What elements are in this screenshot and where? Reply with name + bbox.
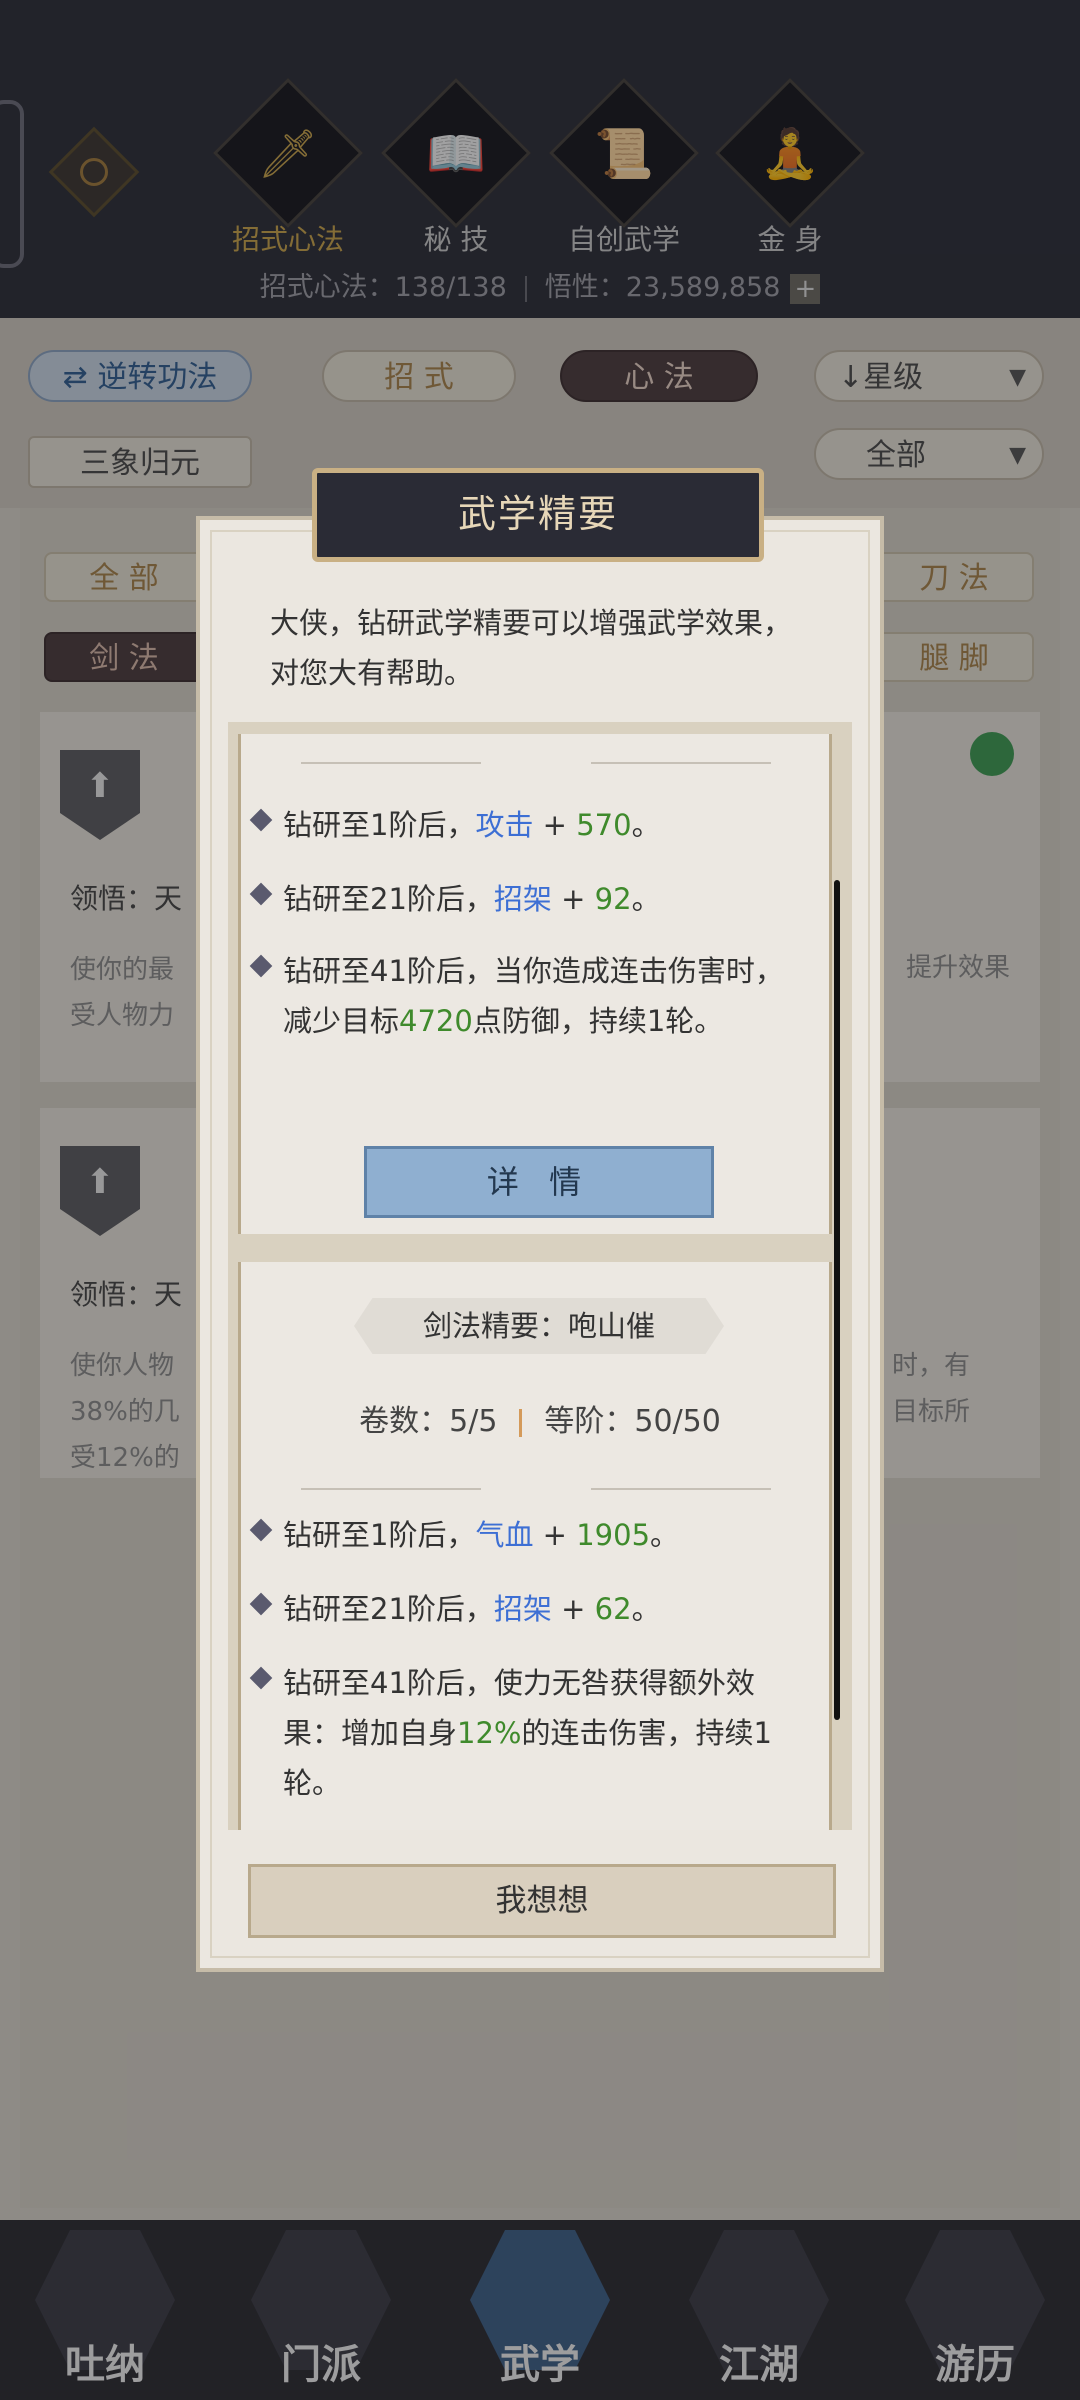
diamond-bullet-icon: [249, 1666, 273, 1690]
essence-title-banner: 剑法精要：咆山催: [354, 1298, 724, 1354]
diamond-bullet-icon: [249, 1518, 273, 1542]
dialog-intro: 大侠，钻研武学精要可以增强武学效果，对您大有帮助。: [270, 606, 793, 690]
essence-scroll-area[interactable]: 钻研至1阶后，攻击 + 570。 钻研至21阶后，招架 + 92。 钻研至41阶…: [228, 722, 852, 1830]
essence-entry: 钻研至41阶后，使力无咎获得额外效果：增加自身12%的连击伤害，持续1轮。: [249, 1658, 803, 1808]
divider-ornament: [301, 1488, 481, 1490]
divider-ornament: [301, 762, 481, 764]
diamond-bullet-icon: [249, 882, 273, 906]
diamond-bullet-icon: [249, 1592, 273, 1616]
volume-count: 卷数：5/5: [359, 1404, 498, 1439]
detail-button[interactable]: 详 情: [364, 1146, 714, 1218]
dialog-title: 武学精要: [312, 468, 764, 562]
essence-entry: 钻研至41阶后，当你造成连击伤害时，减少目标4720点防御，持续1轮。: [249, 946, 803, 1046]
essence-entry: 钻研至1阶后，攻击 + 570。: [249, 800, 803, 850]
diamond-bullet-icon: [249, 954, 273, 978]
essence-entry: 钻研至21阶后，招架 + 92。: [249, 874, 803, 924]
scrollbar[interactable]: [834, 880, 840, 1720]
essence-entry: 钻研至21阶后，招架 + 62。: [249, 1584, 803, 1634]
divider-ornament: [591, 1488, 771, 1490]
diamond-bullet-icon: [249, 808, 273, 832]
volume-rank-line: 卷数：5/5 等阶：50/50: [228, 1396, 852, 1440]
think-button[interactable]: 我想想: [248, 1864, 836, 1938]
rank-count: 等阶：50/50: [544, 1404, 721, 1439]
essence-entry: 钻研至1阶后，气血 + 1905。: [249, 1510, 803, 1560]
divider-ornament: [591, 762, 771, 764]
